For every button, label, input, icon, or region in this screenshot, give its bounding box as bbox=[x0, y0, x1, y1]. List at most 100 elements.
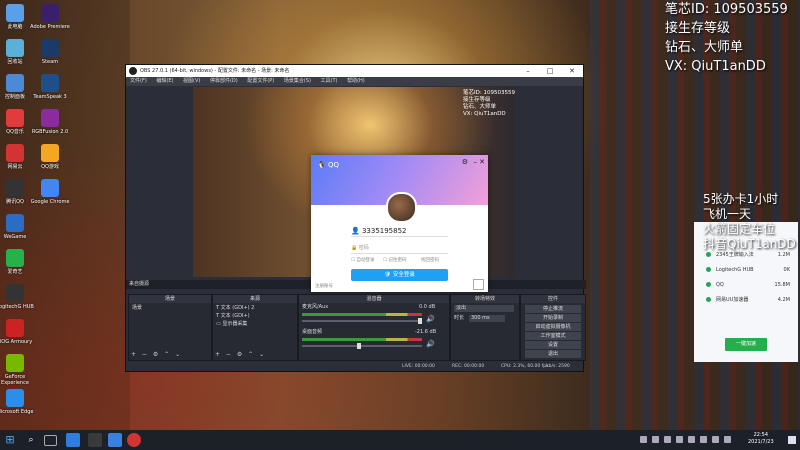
app-icon bbox=[6, 214, 24, 232]
desktop-icon[interactable]: GeForce Experience bbox=[0, 354, 35, 386]
desktop-icon-label: 此电脑 bbox=[7, 24, 23, 30]
netease-music-taskbar-icon[interactable] bbox=[127, 433, 141, 447]
desktop-icon[interactable]: Adobe Premiere bbox=[30, 4, 70, 30]
tray-icon[interactable] bbox=[664, 436, 671, 443]
menu-profile[interactable]: 配置文件(P) bbox=[247, 78, 274, 84]
account-field[interactable]: 👤 3335195852 bbox=[351, 226, 448, 237]
rec-time: REC: 00:00:00 bbox=[452, 364, 485, 369]
desktop-icon[interactable]: ROG Armoury bbox=[0, 319, 35, 345]
password-field[interactable]: 🔒 密码 bbox=[351, 243, 448, 254]
menu-edit[interactable]: 编辑(E) bbox=[156, 78, 173, 84]
process-row[interactable]: LogitechG HUB 0K bbox=[706, 265, 792, 275]
remember-password-checkbox[interactable]: ☐ 记住密码 bbox=[383, 257, 406, 263]
desktop-icon[interactable]: Microsoft Edge bbox=[0, 389, 35, 415]
check-icon bbox=[706, 252, 711, 257]
user-icon: 👤 bbox=[351, 227, 362, 235]
volume-icon[interactable] bbox=[712, 436, 719, 443]
volume-fader[interactable] bbox=[302, 343, 422, 349]
start-windows-icon[interactable]: ⊞ bbox=[3, 433, 17, 447]
obs-app-icon bbox=[129, 67, 137, 75]
desktop-icon[interactable]: Steam bbox=[30, 39, 70, 65]
desktop-icon-label: QQ音乐 bbox=[6, 129, 24, 135]
desktop-icon[interactable]: TeamSpeak 3 bbox=[30, 74, 70, 100]
studio-mode-button[interactable]: 工作室模式 bbox=[525, 332, 581, 340]
app-icon bbox=[6, 319, 24, 337]
app-taskbar-icon[interactable] bbox=[108, 433, 122, 447]
maximize-icon[interactable]: □ bbox=[539, 65, 561, 77]
scene-item[interactable]: 场景 bbox=[132, 305, 142, 312]
close-icon[interactable]: ✕ bbox=[479, 158, 485, 166]
speaker-icon[interactable]: 🔊 bbox=[426, 316, 435, 323]
virtual-camera-button[interactable]: 启动虚拟摄像机 bbox=[525, 323, 581, 331]
settings-icon[interactable]: ⚙ bbox=[462, 158, 468, 166]
menu-docks[interactable]: 停靠部件(D) bbox=[210, 78, 238, 84]
desktop-icon-label: TeamSpeak 3 bbox=[33, 94, 67, 100]
one-click-accelerate-button[interactable]: 一键加速 bbox=[725, 338, 767, 351]
volume-fader[interactable] bbox=[302, 318, 422, 324]
app-icon bbox=[41, 4, 59, 22]
minimize-icon[interactable]: – bbox=[474, 158, 478, 166]
avatar[interactable] bbox=[386, 192, 417, 223]
menu-tools[interactable]: 工具(T) bbox=[321, 78, 338, 84]
desktop-icon-label: ROG Armoury bbox=[0, 339, 33, 345]
close-icon[interactable]: ✕ bbox=[561, 65, 583, 77]
desktop-icon[interactable]: LogitechG HUB bbox=[0, 284, 35, 310]
tray-icon[interactable] bbox=[652, 436, 659, 443]
menu-help[interactable]: 帮助(H) bbox=[347, 78, 365, 84]
desktop-icon[interactable]: WeGame bbox=[0, 214, 35, 240]
source-item[interactable]: T 文本 (GDI+) 2 bbox=[216, 305, 254, 312]
register-link[interactable]: 注册账号 bbox=[315, 283, 333, 289]
qr-code-icon[interactable] bbox=[473, 279, 484, 290]
dock-toolbar[interactable]: + − ⚙ ⌃ ⌄ bbox=[131, 351, 182, 358]
overlay-line: VX: QiuT1anDD bbox=[665, 59, 766, 74]
tray-icon[interactable] bbox=[688, 436, 695, 443]
desktop-icon[interactable]: QQ游戏 bbox=[30, 144, 70, 170]
desktop-icon-label: 网易云 bbox=[7, 164, 23, 170]
start-recording-button[interactable]: 开始录制 bbox=[525, 314, 581, 322]
process-row[interactable]: 网易UU加速器 4.2M bbox=[706, 295, 792, 305]
lock-icon: 🔒 bbox=[351, 245, 359, 251]
auto-login-checkbox[interactable]: ☐ 自动登录 bbox=[351, 257, 374, 263]
taskbar-clock[interactable]: 22:54 2021/7/23 bbox=[748, 432, 774, 446]
login-button[interactable]: 🛡 安全登录 bbox=[351, 269, 448, 281]
tray-icon[interactable] bbox=[640, 436, 647, 443]
edge-taskbar-icon[interactable] bbox=[66, 433, 80, 447]
cpu-usage: CPU: 2.3%, 60.00 fps bbox=[501, 364, 549, 369]
transition-select[interactable]: 淡出 bbox=[454, 305, 514, 312]
ime-icon[interactable] bbox=[724, 436, 731, 443]
settings-button[interactable]: 设置 bbox=[525, 341, 581, 349]
mixer-channel-name: 麦克风/Aux bbox=[302, 304, 329, 310]
live-time: LIVE: 00:00:00 bbox=[402, 364, 435, 369]
window-title: OBS 27.0.1 (64-bit, windows) - 配置文件: 未命名… bbox=[140, 68, 290, 74]
search-icon[interactable]: ⌕ bbox=[24, 433, 38, 447]
minimize-icon[interactable]: – bbox=[517, 65, 539, 77]
check-icon bbox=[706, 282, 711, 287]
qq-login-window: 🐧 QQ ⚙ – ✕ 👤 3335195852 🔒 密码 ☐ 自动登录 ☐ 记住… bbox=[311, 155, 488, 292]
app-icon bbox=[6, 144, 24, 162]
duration-input[interactable]: 300 ms bbox=[469, 315, 505, 322]
dock-toolbar[interactable]: + − ⚙ ⌃ ⌄ bbox=[215, 351, 266, 358]
tray-icon[interactable] bbox=[676, 436, 683, 443]
exit-button[interactable]: 退出 bbox=[525, 350, 581, 358]
desktop-icon-label: Steam bbox=[41, 59, 59, 65]
notifications-icon[interactable] bbox=[788, 436, 796, 444]
menu-file[interactable]: 文件(F) bbox=[130, 78, 147, 84]
desktop-icon[interactable]: RGBFusion 2.0 bbox=[30, 109, 70, 135]
menu-scene-collection[interactable]: 场景集合(S) bbox=[284, 78, 311, 84]
stop-streaming-button[interactable]: 停止推流 bbox=[525, 305, 581, 313]
menu-view[interactable]: 视图(V) bbox=[183, 78, 200, 84]
source-item[interactable]: ▭ 显示器采集 bbox=[216, 321, 247, 328]
obs-taskbar-icon[interactable] bbox=[88, 433, 102, 447]
network-icon[interactable] bbox=[700, 436, 707, 443]
desktop-icon[interactable]: Google Chrome bbox=[30, 179, 70, 205]
source-item[interactable]: T 文本 (GDI+) bbox=[216, 313, 250, 320]
app-icon bbox=[6, 39, 24, 57]
task-view-icon[interactable] bbox=[44, 435, 57, 446]
app-icon bbox=[41, 109, 59, 127]
forgot-password-link[interactable]: 找回密码 bbox=[421, 257, 439, 263]
desktop-icon[interactable]: 爱奇艺 bbox=[0, 249, 35, 275]
process-row[interactable]: QQ 15.8M bbox=[706, 280, 792, 290]
speaker-icon[interactable]: 🔊 bbox=[426, 341, 435, 348]
obs-titlebar[interactable]: OBS 27.0.1 (64-bit, windows) - 配置文件: 未命名… bbox=[126, 65, 583, 77]
dock-title: 转场特效 bbox=[451, 295, 519, 303]
